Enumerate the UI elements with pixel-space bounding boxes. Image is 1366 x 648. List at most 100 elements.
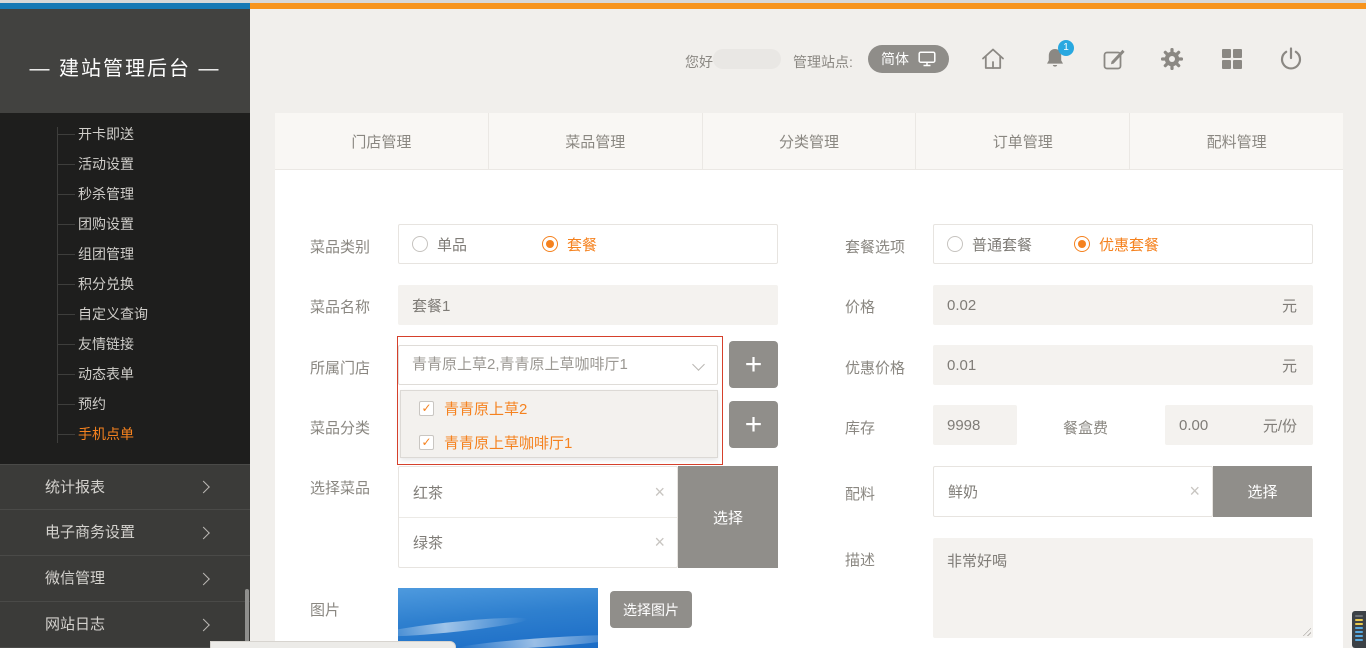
checkbox-checked-icon: ✓ bbox=[419, 435, 434, 450]
choose-dishes-button[interactable]: 选择 bbox=[678, 466, 778, 568]
sidebar-item-groupmgmt[interactable]: 组团管理 bbox=[0, 239, 250, 269]
store-select-value: 青青原上草2,青青原上草咖啡厅1 bbox=[412, 356, 628, 373]
stock-label: 库存 bbox=[845, 417, 875, 438]
radio-icon bbox=[947, 236, 963, 252]
sidebar-item-card-gift[interactable]: 开卡即送 bbox=[0, 119, 250, 149]
dish-name-input[interactable] bbox=[398, 285, 778, 325]
language-site-pill[interactable]: 简体 bbox=[868, 45, 949, 73]
dish-classify-label: 菜品分类 bbox=[310, 417, 370, 438]
image-label: 图片 bbox=[310, 599, 340, 620]
tab-store-management[interactable]: 门店管理 bbox=[275, 113, 489, 169]
remove-dish-icon[interactable]: × bbox=[654, 482, 665, 503]
store-option-label: 青青原上草2 bbox=[444, 398, 527, 419]
sidebar-item-activity[interactable]: 活动设置 bbox=[0, 149, 250, 179]
chevron-right-icon bbox=[197, 481, 210, 494]
dish-row-green-tea: 绿茶 × bbox=[399, 517, 677, 567]
add-classify-button[interactable]: + bbox=[729, 401, 778, 448]
checkbox-checked-icon: ✓ bbox=[419, 401, 434, 416]
sidebar-item-booking[interactable]: 预约 bbox=[0, 389, 250, 419]
notification-badge: 1 bbox=[1058, 40, 1074, 56]
gear-icon bbox=[1158, 45, 1186, 73]
remove-ingredient-icon[interactable]: × bbox=[1189, 481, 1200, 502]
language-label: 简体 bbox=[881, 49, 909, 69]
edit-button[interactable] bbox=[1100, 45, 1128, 73]
discount-price-field[interactable]: 0.01 元 bbox=[933, 345, 1313, 385]
sidebar-section-statistics[interactable]: 统计报表 bbox=[0, 464, 250, 510]
price-label: 价格 bbox=[845, 296, 875, 317]
sidebar-item-links[interactable]: 友情链接 bbox=[0, 329, 250, 359]
choose-ingredient-button[interactable]: 选择 bbox=[1213, 466, 1312, 517]
notifications-button[interactable]: 1 bbox=[1041, 45, 1069, 73]
username-redacted bbox=[713, 49, 781, 69]
radio-label: 单品 bbox=[437, 234, 467, 255]
greeting-text: 您好 bbox=[685, 52, 713, 72]
settings-button[interactable] bbox=[1158, 45, 1186, 73]
radio-label: 优惠套餐 bbox=[1099, 234, 1159, 255]
store-option-2[interactable]: ✓ 青青原上草咖啡厅1 bbox=[401, 425, 717, 459]
description-textarea[interactable] bbox=[933, 538, 1313, 638]
sidebar-scrollbar[interactable] bbox=[245, 589, 249, 648]
tab-dish-management[interactable]: 菜品管理 bbox=[489, 113, 703, 169]
box-fee-field[interactable]: 0.00 元/份 bbox=[1165, 405, 1313, 445]
radio-normal-combo[interactable]: 普通套餐 bbox=[947, 234, 1032, 255]
apps-button[interactable] bbox=[1218, 45, 1246, 73]
store-label: 所属门店 bbox=[310, 357, 370, 378]
tab-category-management[interactable]: 分类管理 bbox=[703, 113, 917, 169]
app-screen: — 建站管理后台 — 开卡即送 活动设置 秒杀管理 团购设置 组团管理 积分兑换… bbox=[0, 0, 1366, 648]
home-icon bbox=[979, 45, 1007, 73]
edit-icon bbox=[1100, 45, 1128, 73]
combo-option-radio-group: 普通套餐 优惠套餐 bbox=[933, 224, 1313, 264]
store-option-1[interactable]: ✓ 青青原上草2 bbox=[401, 391, 717, 425]
sidebar-section-ecommerce[interactable]: 电子商务设置 bbox=[0, 510, 250, 556]
radio-combo-item[interactable]: 套餐 bbox=[542, 234, 597, 255]
combo-option-label: 套餐选项 bbox=[845, 236, 905, 257]
chevron-right-icon bbox=[197, 526, 210, 539]
selected-dishes-list: 红茶 × 绿茶 × bbox=[398, 466, 678, 568]
store-select[interactable]: 青青原上草2,青青原上草咖啡厅1 bbox=[398, 345, 718, 385]
add-store-button[interactable]: + bbox=[729, 341, 778, 388]
tab-bar: 门店管理 菜品管理 分类管理 订单管理 配料管理 bbox=[275, 113, 1343, 170]
stock-value: 9998 bbox=[947, 417, 980, 434]
radio-icon bbox=[412, 236, 428, 252]
ingredient-field[interactable]: 鲜奶 × bbox=[933, 466, 1213, 517]
radio-discount-combo[interactable]: 优惠套餐 bbox=[1074, 234, 1159, 255]
dish-name: 绿茶 bbox=[413, 532, 443, 553]
price-value: 0.02 bbox=[947, 297, 976, 314]
app-title: — 建站管理后台 — bbox=[0, 52, 250, 81]
price-field[interactable]: 0.02 元 bbox=[933, 285, 1313, 325]
discount-price-label: 优惠价格 bbox=[845, 357, 905, 378]
select-dishes-label: 选择菜品 bbox=[310, 477, 370, 498]
sidebar-item-dynamicform[interactable]: 动态表单 bbox=[0, 359, 250, 389]
corner-scroll-widget[interactable] bbox=[1352, 611, 1366, 648]
radio-label: 套餐 bbox=[567, 234, 597, 255]
radio-single-item[interactable]: 单品 bbox=[412, 234, 467, 255]
power-icon bbox=[1277, 45, 1305, 73]
manage-site-label: 管理站点: bbox=[793, 52, 853, 72]
radio-icon bbox=[1074, 236, 1090, 252]
store-dropdown: ✓ 青青原上草2 ✓ 青青原上草咖啡厅1 bbox=[400, 390, 718, 458]
radio-label: 普通套餐 bbox=[972, 234, 1032, 255]
section-label: 网站日志 bbox=[45, 616, 105, 633]
logout-button[interactable] bbox=[1277, 45, 1305, 73]
tab-order-management[interactable]: 订单管理 bbox=[916, 113, 1130, 169]
stock-field[interactable]: 9998 bbox=[933, 405, 1017, 445]
chevron-right-icon bbox=[197, 572, 210, 585]
box-fee-value: 0.00 bbox=[1179, 417, 1208, 434]
section-label: 微信管理 bbox=[45, 570, 105, 587]
discount-price-value: 0.01 bbox=[947, 357, 976, 374]
browser-status-bar bbox=[210, 641, 456, 648]
dish-category-radio-group: 单品 套餐 bbox=[398, 224, 778, 264]
sidebar-section-wechat[interactable]: 微信管理 bbox=[0, 556, 250, 602]
sidebar-item-mobile-order[interactable]: 手机点单 bbox=[0, 419, 250, 449]
sidebar-item-customquery[interactable]: 自定义查询 bbox=[0, 299, 250, 329]
grid-icon bbox=[1218, 45, 1246, 73]
sidebar-item-groupbuy[interactable]: 团购设置 bbox=[0, 209, 250, 239]
home-button[interactable] bbox=[979, 45, 1007, 73]
sidebar-item-seckill[interactable]: 秒杀管理 bbox=[0, 179, 250, 209]
tab-ingredient-management[interactable]: 配料管理 bbox=[1130, 113, 1343, 169]
radio-icon bbox=[542, 236, 558, 252]
box-fee-unit: 元/份 bbox=[1263, 415, 1297, 436]
sidebar-item-points[interactable]: 积分兑换 bbox=[0, 269, 250, 299]
remove-dish-icon[interactable]: × bbox=[654, 532, 665, 553]
choose-image-button[interactable]: 选择图片 bbox=[610, 591, 692, 628]
